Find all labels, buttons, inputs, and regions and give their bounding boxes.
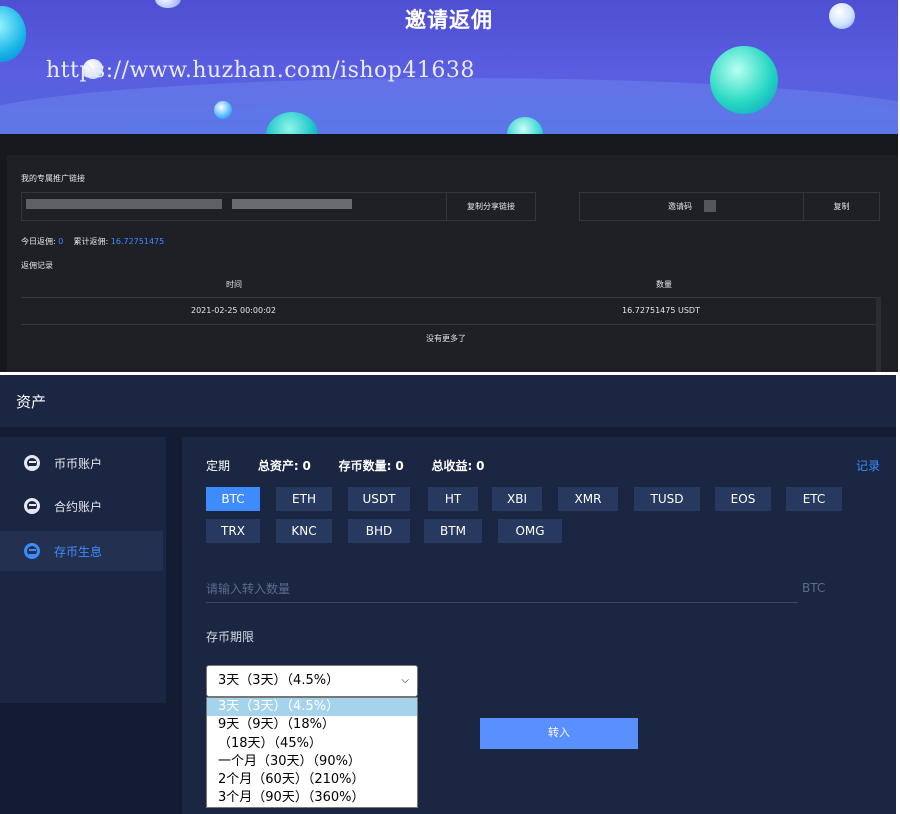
masked-link-text [232, 199, 352, 209]
copy-share-link-button[interactable]: 复制分享链接 [446, 193, 535, 220]
coin-button-btm[interactable]: BTM [424, 519, 482, 543]
referral-link-label: 我的专属推广链接 [21, 174, 85, 183]
decor-ball-icon [214, 101, 232, 119]
rebate-stats: 今日返佣: 0 累计返佣: 16.72751475 [21, 236, 164, 247]
sidebar-item-label: 合约账户 [54, 499, 103, 514]
period-option[interactable]: 2个月（60天）（210%） [207, 771, 417, 789]
period-option[interactable]: 3个月（90天）（360%） [207, 789, 417, 807]
deposit-label: 存币数量: [338, 459, 392, 473]
asset-sidebar: 币币账户 合约账户 存币生息 [0, 437, 166, 703]
page-title: 邀请返佣 [405, 8, 493, 32]
coin-button-omg[interactable]: OMG [498, 519, 562, 543]
sidebar-item-label: 币币账户 [54, 456, 103, 471]
copy-invite-code-button[interactable]: 复制 [803, 193, 879, 220]
period-label: 存币期限 [206, 630, 255, 644]
coin-button-btc[interactable]: BTC [206, 487, 260, 511]
total-profit: 总收益: 0 [432, 459, 485, 473]
decor-ball-icon [710, 46, 778, 114]
total-assets: 总资产: 0 [258, 459, 311, 473]
exchange-icon [24, 455, 40, 471]
coin-button-ht[interactable]: HT [428, 487, 478, 511]
asset-section: 资产 币币账户 合约账户 存币生息 定期 总资产: 0 存币数量: 0 总收益:… [0, 375, 896, 814]
coin-button-knc[interactable]: KNC [276, 519, 332, 543]
coin-button-etc[interactable]: ETC [786, 487, 842, 511]
referral-link-field[interactable]: 复制分享链接 [21, 192, 536, 221]
period-select-value: 3天（3天）（4.5%） [218, 673, 340, 688]
table-divider [21, 297, 876, 298]
transfer-amount-input[interactable] [206, 575, 798, 603]
total-rebate-value: 16.72751475 [110, 237, 165, 246]
today-rebate-value: 0 [58, 237, 64, 246]
savings-panel: 定期 总资产: 0 存币数量: 0 总收益: 0 记录 BTC ETH USDT… [182, 437, 896, 814]
coin-button-tusd[interactable]: TUSD [634, 487, 700, 511]
coin-button-eos[interactable]: EOS [715, 487, 771, 511]
savings-type: 定期 [206, 459, 231, 473]
asset-title: 资产 [16, 393, 47, 411]
masked-invite-code [704, 200, 716, 212]
period-option[interactable]: 9天（9天）（18%） [207, 716, 417, 734]
invite-code-label: 邀请码 [668, 202, 692, 211]
total-profit-value: 0 [476, 459, 485, 473]
transfer-in-button[interactable]: 转入 [480, 718, 638, 749]
sidebar-item-contract-account[interactable]: 合约账户 [0, 486, 163, 526]
invite-banner: 邀请返佣 https://www.huzhan.com/ishop41638 [0, 0, 898, 134]
table-divider [21, 324, 876, 325]
records-link[interactable]: 记录 [856, 457, 880, 474]
total-rebate-label: 累计返佣: [73, 237, 109, 246]
table-header-amount: 数量 [656, 280, 672, 289]
invite-code-field: 邀请码 复制 [579, 192, 880, 221]
sidebar-item-spot-account[interactable]: 币币账户 [0, 443, 163, 483]
savings-summary: 定期 总资产: 0 存币数量: 0 总收益: 0 [206, 457, 509, 474]
no-more-text: 没有更多了 [426, 334, 466, 343]
total-assets-value: 0 [302, 459, 311, 473]
table-cell-amount: 16.72751475 USDT [622, 306, 700, 315]
total-assets-label: 总资产: [257, 459, 299, 473]
period-option[interactable]: （18天）（45%） [207, 735, 417, 753]
sidebar-item-savings[interactable]: 存币生息 [0, 531, 163, 571]
table-scrollbar[interactable] [876, 297, 881, 372]
period-dropdown: 3天（3天）（4.5%） 9天（9天）（18%） （18天）（45%） 一个月（… [206, 697, 418, 808]
coin-button-xmr[interactable]: XMR [558, 487, 618, 511]
coin-button-bhd[interactable]: BHD [348, 519, 410, 543]
asset-header: 资产 [0, 375, 896, 427]
exchange-icon [24, 498, 40, 514]
coin-button-trx[interactable]: TRX [206, 519, 260, 543]
amount-unit: BTC [802, 581, 826, 595]
total-profit-label: 总收益: [431, 459, 473, 473]
exchange-icon [24, 543, 40, 559]
chevron-down-icon: ⌵ [401, 675, 409, 686]
coin-button-eth[interactable]: ETH [276, 487, 332, 511]
today-rebate-label: 今日返佣: [21, 237, 56, 246]
period-option[interactable]: 3天（3天）（4.5%） [207, 698, 417, 717]
sidebar-item-label: 存币生息 [54, 544, 103, 559]
deposit-amount: 存币数量: 0 [339, 459, 404, 473]
table-header-time: 时间 [226, 280, 242, 289]
coin-button-usdt[interactable]: USDT [348, 487, 410, 511]
coin-button-xbi[interactable]: XBI [492, 487, 542, 511]
deposit-value: 0 [395, 459, 404, 473]
period-select[interactable]: 3天（3天）（4.5%） ⌵ [206, 665, 418, 697]
period-option[interactable]: 一个月（30天）（90%） [207, 753, 417, 771]
watermark-url: https://www.huzhan.com/ishop41638 [46, 58, 475, 83]
rebate-records-label: 返佣记录 [21, 261, 53, 270]
table-cell-time: 2021-02-25 00:00:02 [191, 306, 276, 315]
masked-link-text [26, 199, 222, 209]
